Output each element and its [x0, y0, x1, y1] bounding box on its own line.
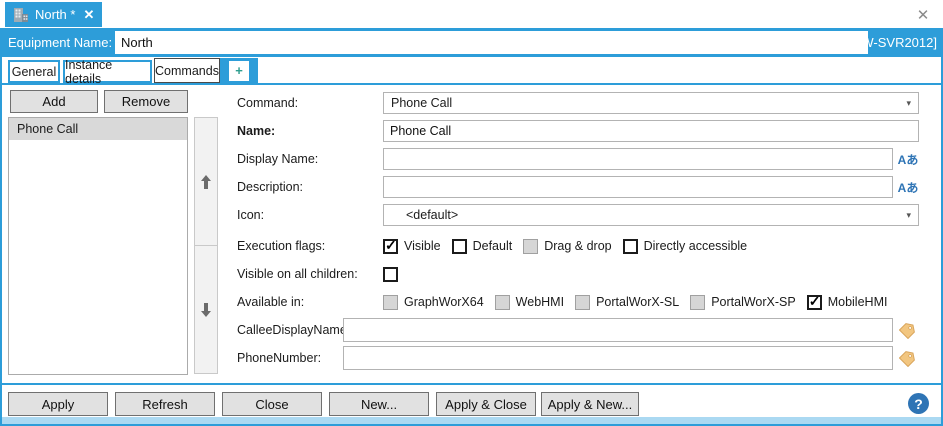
callee-display-name-input[interactable]	[343, 318, 893, 342]
icon-label: Icon:	[237, 208, 265, 222]
name-label: Name:	[237, 124, 276, 138]
tab-general-label: General	[11, 64, 57, 79]
status-strip	[2, 417, 941, 424]
checkbox-label: PortalWorX-SL	[596, 295, 680, 309]
checkbox-icon	[575, 294, 591, 310]
display-name-input[interactable]	[383, 148, 893, 170]
server-name-badge: [TECHW-SVR2012]	[822, 35, 937, 50]
tab-commands[interactable]: Commands	[154, 58, 220, 83]
available-in-group: GraphWorX64 WebHMI PortalWorX-SL PortalW…	[383, 291, 898, 313]
document-tab-close-icon[interactable]: ✕	[83, 7, 94, 23]
tab-instance-details[interactable]: Instance details	[63, 57, 152, 86]
help-icon[interactable]: ?	[908, 393, 929, 414]
window-border-left	[0, 28, 2, 426]
command-value: Phone Call	[391, 96, 453, 110]
icon-dropdown[interactable]: <default> ▾	[383, 204, 919, 226]
up-arrow-icon	[201, 174, 211, 189]
command-label: Command:	[237, 96, 299, 110]
localization-font-icon[interactable]: Aあ	[897, 178, 919, 196]
command-list: Phone Call	[8, 117, 188, 375]
equipment-name-input[interactable]	[115, 31, 868, 54]
callee-display-name-label: CalleeDisplayName:	[237, 323, 351, 337]
checkbox-icon	[383, 266, 398, 282]
checkbox-icon	[383, 294, 398, 310]
checkbox-icon	[690, 294, 706, 310]
checkbox-icon	[523, 238, 539, 254]
remove-button[interactable]: Remove	[104, 90, 188, 113]
phone-number-input[interactable]	[343, 346, 893, 370]
localization-font-icon[interactable]: Aあ	[897, 150, 919, 168]
checkbox-label: PortalWorX-SP	[711, 295, 796, 309]
checkbox-drag-drop[interactable]: Drag & drop	[523, 238, 612, 254]
checkbox-webhmi[interactable]: WebHMI	[494, 294, 565, 310]
checkbox-label: Default	[472, 239, 513, 253]
equipment-building-icon	[14, 7, 28, 22]
checkbox-visible-on-all-children[interactable]	[383, 266, 398, 282]
name-input[interactable]	[383, 120, 919, 142]
apply-close-button[interactable]: Apply & Close	[436, 392, 536, 416]
move-up-button[interactable]	[194, 117, 218, 246]
tab-general[interactable]: General	[8, 60, 60, 83]
refresh-button[interactable]: Refresh	[115, 392, 215, 416]
apply-new-button[interactable]: Apply & New...	[541, 392, 639, 416]
reorder-controls	[194, 117, 218, 375]
checkbox-portalworx-sp[interactable]: PortalWorX-SP	[690, 294, 796, 310]
new-button[interactable]: New...	[329, 392, 429, 416]
down-arrow-icon	[201, 302, 211, 317]
footer-separator	[2, 383, 941, 385]
checkbox-icon	[383, 237, 398, 254]
available-in-label: Available in:	[237, 295, 305, 309]
checkbox-label: Drag & drop	[544, 239, 612, 253]
tab-add[interactable]: +	[220, 58, 258, 83]
description-label: Description:	[237, 180, 303, 194]
description-input[interactable]	[383, 176, 893, 198]
checkbox-portalworx-sl[interactable]: PortalWorX-SL	[575, 294, 680, 310]
checkbox-label: WebHMI	[515, 295, 565, 309]
checkbox-label: Visible	[404, 239, 441, 253]
checkbox-label: MobileHMI	[827, 295, 888, 309]
chevron-down-icon: ▾	[906, 97, 911, 108]
checkbox-directly-accessible[interactable]: Directly accessible	[622, 238, 748, 254]
document-tab-north[interactable]: North * ✕	[5, 2, 103, 27]
window-close-icon[interactable]: ✕	[913, 5, 933, 25]
checkbox-graphworx64[interactable]: GraphWorX64	[383, 294, 484, 310]
chevron-down-icon: ▾	[906, 209, 911, 220]
plus-icon: +	[235, 63, 243, 78]
checkbox-icon	[451, 238, 467, 254]
display-name-label: Display Name:	[237, 152, 319, 166]
phone-number-label: PhoneNumber:	[237, 351, 322, 365]
execution-flags-label: Execution flags:	[237, 239, 326, 253]
workbench-window: North * ✕ ✕ Equipment Name: [TECHW-SVR20…	[0, 0, 943, 426]
visible-on-all-children-label: Visible on all children:	[237, 267, 358, 281]
list-item-phone-call[interactable]: Phone Call	[9, 118, 187, 140]
tab-instance-details-label: Instance details	[65, 57, 113, 86]
document-tab-title: North *	[35, 7, 76, 22]
checkbox-mobilehmi[interactable]: MobileHMI	[806, 293, 888, 310]
tab-commands-label: Commands	[155, 63, 219, 78]
tag-icon[interactable]	[899, 321, 917, 339]
checkbox-visible[interactable]: Visible	[383, 237, 441, 254]
command-dropdown[interactable]: Phone Call ▾	[383, 92, 919, 114]
icon-value: <default>	[406, 208, 459, 222]
execution-flags-group: Visible Default Drag & drop Directly acc…	[383, 235, 758, 257]
checkbox-icon	[622, 238, 638, 254]
checkbox-label: Directly accessible	[643, 239, 748, 253]
visible-on-all-children-group	[383, 263, 409, 285]
apply-button[interactable]: Apply	[8, 392, 108, 416]
add-button[interactable]: Add	[10, 90, 98, 113]
checkbox-icon	[494, 294, 510, 310]
checkbox-default[interactable]: Default	[451, 238, 513, 254]
move-down-button[interactable]	[194, 245, 218, 374]
checkbox-icon	[806, 293, 822, 310]
equipment-name-label: Equipment Name:	[8, 35, 113, 50]
checkbox-label: GraphWorX64	[404, 295, 484, 309]
equipment-name-bar: Equipment Name: [TECHW-SVR2012]	[0, 28, 943, 57]
tag-icon[interactable]	[899, 349, 917, 367]
close-button[interactable]: Close	[222, 392, 322, 416]
